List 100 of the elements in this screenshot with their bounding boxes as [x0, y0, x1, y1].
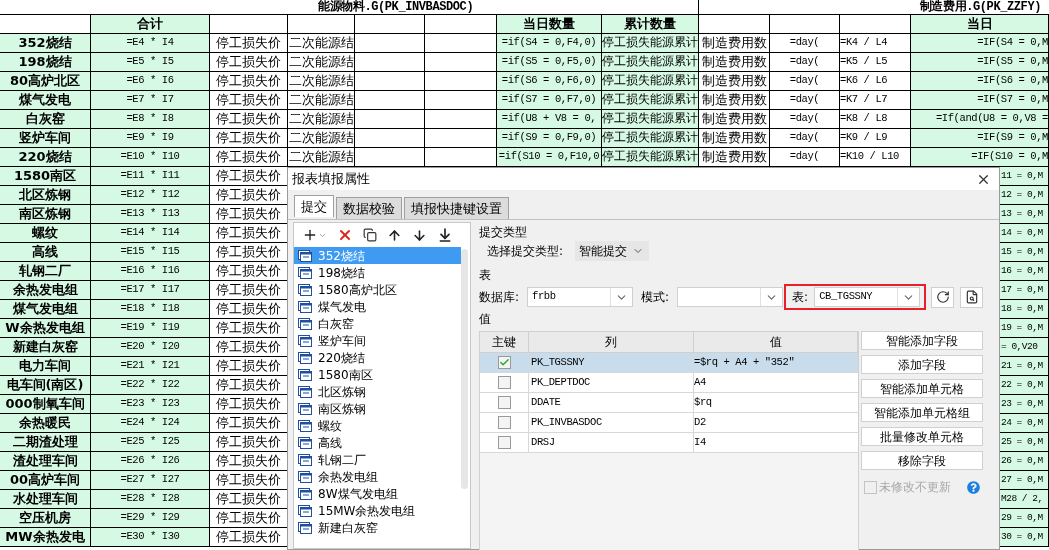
checkbox[interactable] [497, 416, 511, 429]
row-label: 螺纹 [0, 224, 91, 243]
table-cell: 停工损失价 [210, 281, 288, 300]
row-label: 电车间(南区) [0, 376, 91, 395]
table-cell: 停工损失价 [210, 186, 288, 205]
table-row[interactable]: PK_TGSSNY =$rq + A4 + "352" [480, 353, 858, 373]
formula-cell: =E10 * I10 [91, 148, 210, 167]
submit-type-select[interactable]: 智能提交 [575, 241, 650, 261]
tab[interactable]: 填报快捷键设置 [404, 197, 509, 219]
formula-cell: =IF(S9 = 0,M [911, 129, 1049, 148]
move-bottom-icon[interactable] [437, 227, 453, 243]
list-item[interactable]: 220烧结 [294, 349, 461, 366]
formula-cell: =E4 * I4 [91, 34, 210, 53]
formula-cell: =IF(S7 = 0,M [911, 91, 1049, 110]
table-cell-text: $rq [694, 394, 713, 410]
list-item[interactable]: 煤气发电 [294, 298, 461, 315]
action-button[interactable]: 移除字段 [861, 451, 983, 470]
action-button[interactable]: 批量修改单元格 [861, 427, 983, 446]
formula-cell: =E25 * I25 [91, 433, 210, 452]
list-item[interactable]: 白灰窑 [294, 315, 461, 332]
move-up-icon[interactable] [387, 227, 402, 243]
list-item[interactable]: 1580高炉北区 [294, 281, 461, 298]
list-item[interactable]: 北区炼钢 [294, 383, 461, 400]
table-cell: 二次能源结 [288, 110, 355, 129]
row-label: 1580南区 [0, 167, 91, 186]
checkbox[interactable] [497, 356, 511, 369]
list-item[interactable]: 南区炼钢 [294, 400, 461, 417]
list-item[interactable]: 198烧结 [294, 264, 461, 281]
table-icon [298, 436, 312, 449]
checkbox[interactable] [497, 436, 511, 449]
table-row[interactable]: PK_INVBASDOC D2 [480, 413, 858, 433]
list-item[interactable]: 新建白灰窑 [294, 519, 461, 536]
formula-cell: 26 = 0,M [1000, 452, 1049, 471]
action-button[interactable]: 添加字段 [861, 355, 983, 374]
formula-cell: =if(S4 = 0,F4,0) [497, 34, 602, 53]
column-header: 主键 [480, 332, 529, 352]
table-cell: 制造费用数 [699, 148, 770, 167]
list-item[interactable]: 高线 [294, 434, 461, 451]
table-cell: 二次能源结 [288, 148, 355, 167]
table-row[interactable]: PK_DEPTDOC A4 [480, 373, 858, 393]
add-icon[interactable] [302, 227, 318, 243]
list-item[interactable]: 15MW余热发电组 [294, 502, 461, 519]
row-label: 白灰窑 [0, 110, 91, 129]
table-icon [298, 368, 312, 381]
formula-cell: 30 = 0,M [1000, 528, 1049, 547]
tab[interactable]: 数据校验 [336, 197, 402, 219]
table-select[interactable]: CB_TGSSNY [814, 287, 921, 307]
formula-cell: =K5 / L5 [840, 53, 911, 72]
action-button[interactable]: 智能添加单元格 [861, 379, 983, 398]
formula-cell: 29 = 0,M [1000, 509, 1049, 528]
formula-cell: 15 = 0,M [1000, 243, 1049, 262]
list-item[interactable]: 螺纹 [294, 417, 461, 434]
table-icon [298, 487, 312, 500]
table-cell: 停工损失价 [210, 319, 288, 338]
list-item[interactable]: 竖炉车间 [294, 332, 461, 349]
tab[interactable]: 提交 [294, 195, 334, 217]
table-icon [298, 402, 312, 415]
row-label: 南区炼钢 [0, 205, 91, 224]
copy-icon[interactable] [363, 228, 377, 242]
move-down-icon[interactable] [412, 227, 427, 243]
action-button[interactable]: 智能添加单元格组 [861, 403, 983, 422]
help-icon[interactable] [967, 480, 980, 494]
formula-cell: 16 = 0,M [1000, 262, 1049, 281]
delete-icon[interactable] [337, 227, 353, 243]
table-cell: 二次能源结 [288, 34, 355, 53]
table-cell: 停工损失价 [210, 224, 288, 243]
database-select[interactable]: frbb [527, 287, 634, 307]
formula-cell: =E6 * I6 [91, 72, 210, 91]
formula-cell: =K6 / L6 [840, 72, 911, 91]
row-label: 352烧结 [0, 34, 91, 53]
row-label: 80高炉北区 [0, 72, 91, 91]
formula-cell: =K10 / L10 [840, 148, 911, 167]
table-row[interactable]: DRSJ I4 [480, 433, 858, 453]
formula-cell: 17 = 0,M [1000, 281, 1049, 300]
formula-cell: =E23 * I23 [91, 395, 210, 414]
row-label: 空压机房 [0, 509, 91, 528]
list-item[interactable]: 轧钢二厂 [294, 451, 461, 468]
refresh-button[interactable] [931, 286, 955, 308]
table-cell: 停工损失价 [210, 110, 288, 129]
list-item[interactable]: 余热发电组 [294, 468, 461, 485]
group-label: 表 [479, 268, 492, 282]
formula-cell: 13 = 0,M [1000, 205, 1049, 224]
table-cell: 停工损失价 [210, 395, 288, 414]
formula-cell: 23 = 0,M [1000, 395, 1049, 414]
document-search-icon [964, 290, 979, 304]
row-label: 电力车间 [0, 357, 91, 376]
formula-cell: =E17 * I17 [91, 281, 210, 300]
formula-cell: 19 = 0,M [1000, 319, 1049, 338]
table-cell: 停工损失价 [210, 528, 288, 547]
formula-cell: =E19 * I19 [91, 319, 210, 338]
list-item[interactable]: 1580南区 [294, 366, 461, 383]
scrollbar[interactable] [461, 249, 468, 489]
checkbox[interactable] [497, 376, 511, 389]
table-row[interactable]: DDATE $rq [480, 393, 858, 413]
checkbox[interactable] [497, 396, 511, 409]
field-label: 表: [792, 289, 809, 306]
preview-button[interactable] [960, 286, 984, 308]
action-button[interactable]: 智能添加字段 [861, 331, 983, 350]
sheet-title: 能源物料.G(PK_INVBASDOC) [318, 0, 474, 16]
list-item[interactable]: 8W煤气发电组 [294, 485, 461, 502]
